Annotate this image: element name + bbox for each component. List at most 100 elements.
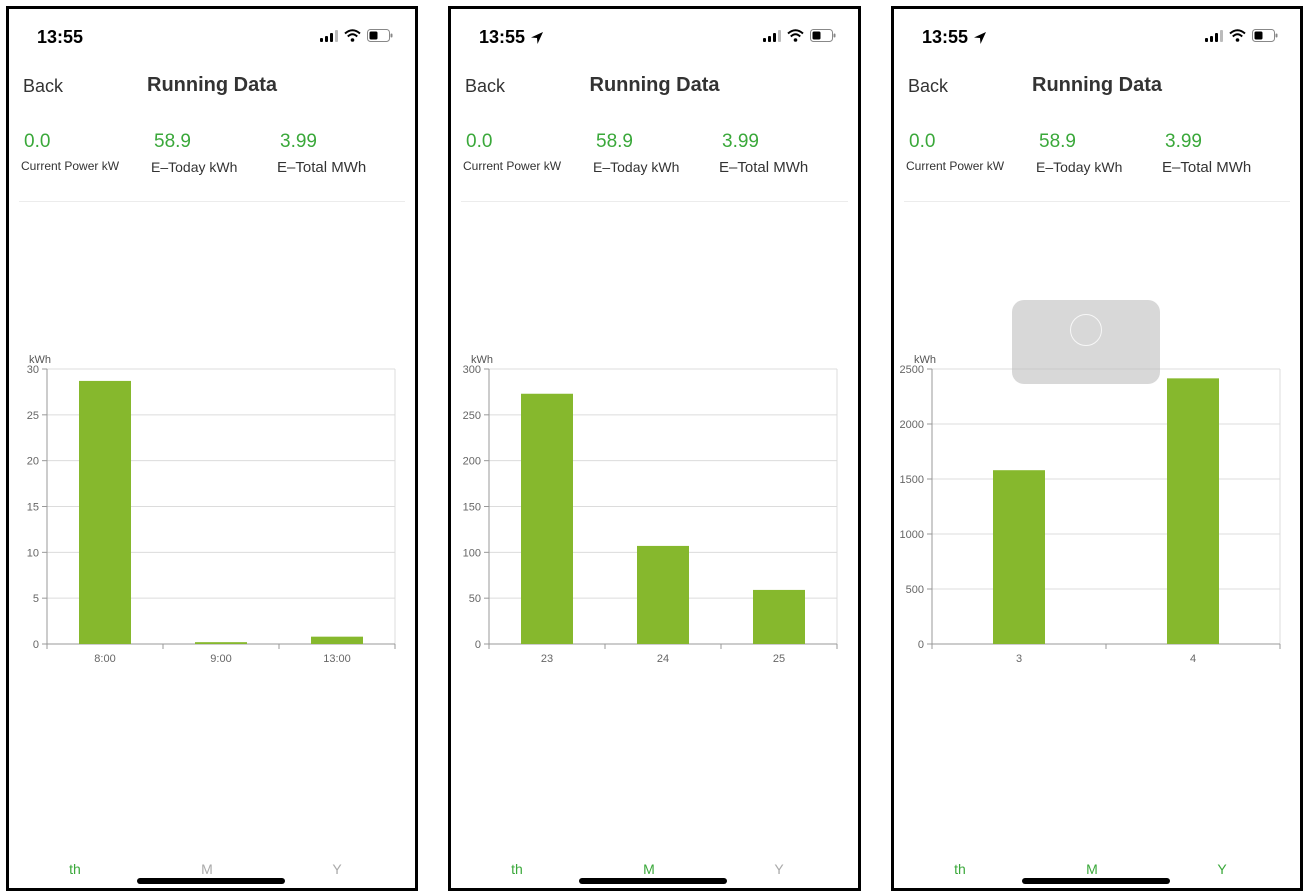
divider	[904, 201, 1290, 202]
status-time-wrap: 13:55	[922, 27, 988, 48]
page-title: Running Data	[589, 74, 720, 96]
x-tick-label: 3	[1016, 653, 1022, 665]
cellular-signal-icon	[763, 29, 781, 42]
status-time: 13:55	[37, 27, 84, 47]
back-button[interactable]: Back	[465, 76, 505, 97]
tab-day[interactable]: th	[487, 861, 547, 877]
bar[interactable]	[311, 636, 363, 644]
tab-year[interactable]: Y	[307, 861, 367, 877]
bar[interactable]	[195, 642, 247, 644]
bar[interactable]	[521, 393, 573, 644]
y-tick-label: 30	[27, 364, 39, 376]
bar[interactable]	[753, 589, 805, 644]
x-tick-label: 24	[657, 653, 669, 665]
cellular-signal-icon	[320, 29, 338, 42]
system-icons	[763, 29, 836, 42]
stat-label: Current Power kW	[21, 159, 120, 173]
y-tick-label: 2500	[900, 364, 924, 376]
home-indicator	[1022, 878, 1170, 884]
tab-year[interactable]: Y	[749, 861, 809, 877]
bar[interactable]	[637, 545, 689, 644]
x-tick-label: 8:00	[94, 653, 115, 665]
stat-value: 58.9	[596, 131, 633, 152]
wifi-icon	[344, 29, 361, 42]
nav-bar: Running Data Back	[451, 69, 858, 113]
wifi-icon	[1229, 29, 1246, 42]
y-tick-label: 300	[463, 364, 481, 376]
period-tabs: th M Y	[9, 859, 415, 891]
stat-value: 0.0	[466, 131, 493, 152]
y-tick-label: 1500	[900, 474, 924, 486]
page-title: Running Data	[1032, 74, 1162, 96]
bar[interactable]	[1167, 378, 1219, 644]
stat-label: E–Total MWh	[719, 159, 809, 176]
tab-month[interactable]: M	[177, 861, 237, 877]
x-tick-label: 23	[541, 653, 553, 665]
status-bar: 13:55	[894, 9, 1300, 69]
stat-value: 3.99	[280, 131, 317, 152]
stat-item: 3.99 E–Total MWh	[1162, 131, 1251, 176]
tab-year[interactable]: Y	[1192, 861, 1252, 877]
stat-value: 0.0	[909, 131, 936, 152]
active-tab-indicator	[1159, 889, 1276, 891]
tab-day[interactable]: th	[45, 861, 105, 877]
wifi-icon	[787, 29, 804, 42]
nav-bar: Running Data Back	[9, 69, 415, 113]
stat-item: 58.9 E–Today kWh	[151, 131, 237, 175]
y-tick-label: 250	[463, 410, 481, 422]
stat-item: 0.0 Current Power kW	[21, 131, 119, 173]
y-tick-label: 2000	[900, 419, 924, 431]
period-tabs: th M Y	[451, 859, 858, 891]
y-tick-label: 100	[463, 547, 481, 559]
active-tab-indicator	[12, 889, 129, 891]
tab-day[interactable]: th	[930, 861, 990, 877]
y-tick-label: 150	[463, 502, 481, 514]
stat-label: E–Today kWh	[151, 159, 238, 175]
divider	[461, 201, 848, 202]
y-tick-label: 0	[918, 639, 924, 651]
stat-item: 58.9 E–Today kWh	[593, 131, 679, 175]
battery-icon	[1252, 29, 1278, 42]
back-button[interactable]: Back	[23, 76, 63, 97]
x-tick-label: 9:00	[210, 653, 231, 665]
stat-item: 3.99 E–Total MWh	[719, 131, 808, 176]
bar-chart: kWh0510152025308:00 9:00 13:00	[27, 354, 396, 665]
stat-label: Current Power kW	[463, 159, 562, 173]
y-tick-label: 5	[33, 593, 39, 605]
back-button[interactable]: Back	[908, 76, 948, 97]
active-tab-indicator	[586, 889, 703, 891]
home-indicator	[137, 878, 285, 884]
status-time-wrap: 13:55	[479, 27, 545, 48]
stat-item: 0.0 Current Power kW	[463, 131, 561, 173]
bar[interactable]	[993, 470, 1045, 644]
nav-bar: Running Data Back	[894, 69, 1300, 113]
phone-screen-day: 13:55 Running Data Back 0.0 Current Power kW…	[6, 6, 418, 891]
stat-value: 58.9	[1039, 131, 1076, 152]
y-tick-label: 20	[27, 456, 39, 468]
x-tick-label: 13:00	[323, 653, 351, 665]
stat-item: 0.0 Current Power kW	[906, 131, 1004, 173]
battery-icon	[810, 29, 836, 42]
tab-month[interactable]: M	[619, 861, 679, 877]
period-tabs: th M Y	[894, 859, 1300, 891]
status-time: 13:55	[479, 27, 526, 47]
bar-chart: kWh05010015020025030023 24 25	[463, 354, 838, 665]
bar[interactable]	[79, 380, 131, 644]
y-tick-label: 0	[475, 639, 481, 651]
divider	[19, 201, 405, 202]
stat-item: 3.99 E–Total MWh	[277, 131, 366, 176]
y-tick-label: 0	[33, 639, 39, 651]
y-tick-label: 10	[27, 547, 39, 559]
phone-screen-month: 13:55 Running Data Back 0.0 Current Power kW…	[448, 6, 861, 891]
home-indicator	[579, 878, 727, 884]
status-bar: 13:55	[451, 9, 858, 69]
phone-screen-year: 13:55 Running Data Back 0.0 Current Power kW…	[891, 6, 1303, 891]
battery-icon	[367, 29, 393, 42]
tab-month[interactable]: M	[1062, 861, 1122, 877]
loading-spinner-icon	[1070, 314, 1102, 346]
cellular-signal-icon	[1205, 29, 1223, 42]
x-tick-label: 25	[773, 653, 785, 665]
stats-summary: 0.0 Current Power kW 58.9 E–Today kWh 3.99 E–…	[9, 131, 415, 201]
stat-value: 58.9	[154, 131, 191, 152]
location-arrow-icon	[531, 31, 544, 44]
